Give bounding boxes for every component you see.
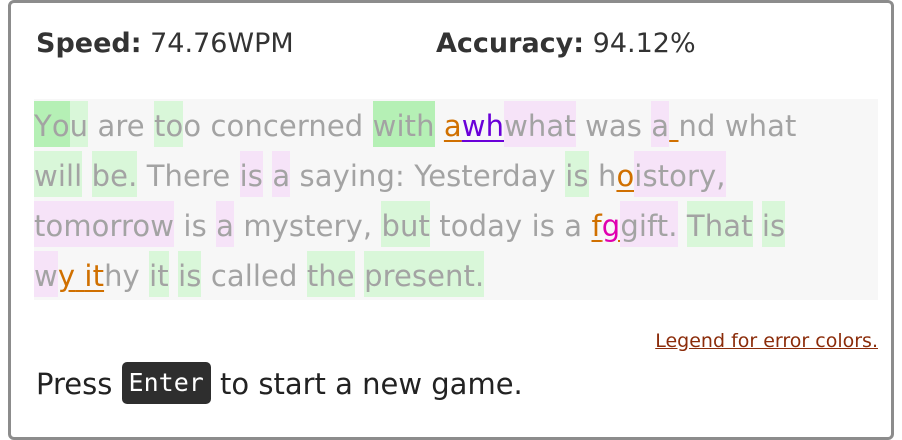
passage-segment: [234, 201, 243, 247]
passage-segment: is: [565, 151, 589, 197]
restart-hint-prefix: Press: [36, 367, 113, 401]
passage-segment: to: [154, 101, 184, 147]
passage-segment: present.: [364, 251, 485, 297]
passage-segment: o: [51, 101, 70, 147]
passage-segment: wh: [461, 109, 505, 143]
restart-hint-suffix: to start a new game.: [220, 367, 523, 401]
passage-segment: [522, 201, 531, 247]
passage-segment: [716, 101, 725, 147]
speed-label: Speed:: [36, 28, 142, 59]
passage-segment: o: [616, 159, 635, 193]
passage-segment: hy: [104, 259, 140, 293]
passage-segment: is: [761, 201, 786, 247]
passage-segment: [355, 251, 364, 297]
passage-segment: will: [34, 151, 83, 197]
typing-passage[interactable]: You are too concerned with awhwhat was a…: [34, 99, 878, 300]
passage-segment: with: [372, 101, 435, 147]
passage-segment: w: [34, 251, 58, 297]
passage-segment: it: [149, 251, 169, 297]
passage-segment: [298, 251, 307, 297]
passage-segment: g: [601, 209, 621, 243]
passage-segment: it: [84, 259, 105, 293]
passage-segment: [753, 201, 762, 247]
enter-key-badge: Enter: [121, 362, 211, 404]
passage-segment: [230, 151, 239, 197]
passage-segment: [678, 201, 687, 247]
passage-segment: a: [272, 151, 291, 197]
passage-segment: [207, 201, 216, 247]
passage-segment: f: [591, 209, 602, 243]
accuracy-label: Accuracy:: [436, 28, 585, 59]
passage-segment: but: [381, 201, 430, 247]
passage-segment: is: [178, 251, 202, 297]
passage-segment: [137, 151, 146, 197]
accuracy-stat: Accuracy: 94.12%: [436, 28, 696, 59]
passage-segment: [263, 151, 272, 197]
passage-segment: [589, 151, 598, 197]
passage-segment: are: [97, 109, 145, 143]
passage-segment: is: [531, 209, 555, 243]
passage-segment: [169, 251, 178, 297]
passage-segment: [82, 151, 91, 197]
restart-hint: Press Enter to start a new game.: [36, 362, 523, 406]
passage-segment: today: [439, 209, 523, 243]
passage-segment: u: [69, 101, 89, 147]
passage-segment: That: [686, 201, 753, 247]
passage-segment: is: [239, 151, 264, 197]
passage-segment: [430, 201, 439, 247]
passage-segment: be.: [91, 151, 138, 197]
passage-segment: There: [146, 159, 231, 193]
passage-segment: Y: [34, 101, 52, 147]
passage-line-1: You are too concerned with awhwhat was a…: [34, 101, 796, 151]
passage-segment: is: [183, 209, 207, 243]
passage-segment: [363, 101, 372, 147]
passage-segment: [372, 201, 381, 247]
passage-segment: [555, 201, 564, 247]
passage-segment: tomorrow: [34, 201, 175, 247]
passage-segment: what: [724, 109, 797, 143]
passage-line-3: tomorrow is a mystery, but today is a fg…: [34, 201, 786, 251]
passage-segment: Yesterday: [414, 159, 556, 193]
speed-value: 74.76WPM: [150, 28, 294, 59]
accuracy-value: 94.12%: [592, 28, 696, 59]
passage-segment: a: [216, 201, 234, 247]
passage-segment: [435, 101, 444, 147]
passage-segment: [145, 101, 154, 147]
passage-segment: [140, 251, 149, 297]
passage-segment: gift.: [620, 201, 678, 247]
speed-stat: Speed: 74.76WPM: [36, 28, 294, 59]
passage-segment: [642, 101, 651, 147]
passage-segment: nd: [678, 109, 716, 143]
passage-segment: [576, 101, 585, 147]
passage-line-4: wy ithy it is called the present.: [34, 251, 485, 301]
passage-segment: the: [306, 251, 355, 297]
passage-segment: [201, 101, 210, 147]
passage-segment: a: [564, 209, 583, 243]
passage-segment: [174, 201, 183, 247]
passage-segment: a: [651, 101, 670, 147]
passage-segment: mystery,: [243, 209, 373, 243]
passage-segment: was: [585, 109, 642, 143]
passage-segment: istory,: [634, 151, 726, 197]
passage-segment: h: [597, 159, 617, 193]
error-color-legend-link[interactable]: Legend for error colors.: [655, 330, 878, 352]
passage-line-2: will be. There is a saying: Yesterday is…: [34, 151, 726, 201]
passage-segment: [201, 251, 210, 297]
passage-segment: what: [504, 101, 576, 147]
passage-segment: [290, 151, 299, 197]
passage-segment: [582, 201, 591, 247]
passage-segment: concerned: [210, 109, 364, 143]
passage-segment: saying:: [299, 159, 405, 193]
passage-segment: called: [210, 259, 298, 293]
passage-segment: [669, 101, 678, 147]
passage-segment: [75, 251, 84, 297]
passage-segment: [556, 151, 565, 197]
passage-segment: y: [57, 259, 76, 293]
passage-segment: [88, 101, 97, 147]
passage-segment: [405, 151, 414, 197]
passage-segment: a: [443, 109, 462, 143]
passage-segment: o: [183, 109, 202, 143]
